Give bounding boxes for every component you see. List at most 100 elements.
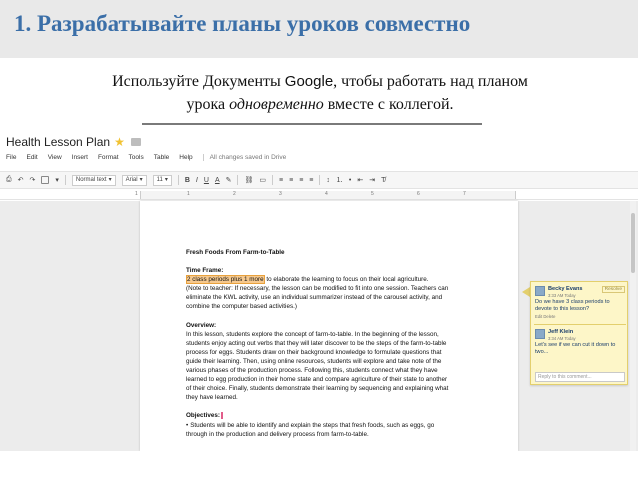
print-icon[interactable]: ⎙ [6,176,12,184]
menu-tools[interactable]: Tools [129,154,144,161]
subtitle-text: урока [186,96,230,113]
menu-edit[interactable]: Edit [26,154,37,161]
toolbar-separator [319,175,321,185]
bold-button[interactable]: B [185,177,190,184]
subtitle-google: Google [284,73,334,90]
menu-insert[interactable]: Insert [72,154,88,161]
toolbar-separator [272,175,273,185]
overview-line: students enjoy acting out verbs that the… [186,339,447,347]
overview-line: process for eggs. Students draw on their… [186,348,442,356]
bulleted-list-icon[interactable]: • [349,177,351,184]
zoom-icon[interactable]: ▾ [55,176,59,184]
line-spacing-icon[interactable]: ↕ [326,177,330,184]
time-frame-line: 2 class periods plus 1 more to elaborate… [186,275,486,285]
overview-line: they have learned. [186,394,238,402]
reply-input[interactable]: Reply to this comment... [535,372,625,382]
numbered-list-icon[interactable]: ⒈ [336,175,343,185]
save-status: All changes saved in Drive [202,154,286,161]
menu-table[interactable]: Table [154,154,170,161]
style-select[interactable]: Normal text ▾ [71,174,116,186]
comment-text: Do we have 3 class periods to devote to … [535,299,610,312]
menu-view[interactable]: View [48,154,62,161]
align-right-icon[interactable]: ≡ [299,177,303,184]
slide-header: 1. Разрабатывайте планы уроков совместно [0,0,638,58]
font-select[interactable]: Arial ▾ [121,174,147,186]
toolbar-separator [64,175,66,185]
toolbar-separator [177,175,179,185]
comment-thread[interactable]: Becky Evans Resolve 3:33 AM Today Do we … [530,281,628,385]
time-frame-note: eliminate the KWL activity, use an indiv… [186,294,443,302]
comment-text: Let's see if we can cut it down to two..… [535,342,616,355]
font-select-value: Arial [125,176,138,183]
document-page[interactable]: Fresh Foods From Farm-to-Table Time Fram… [140,201,518,451]
comment-entry: Jeff Klein 3:34 AM Today Let's see if we… [535,329,625,367]
highlight-icon[interactable]: ✎ [226,176,232,184]
menu-help[interactable]: Help [179,154,192,161]
decrease-indent-icon[interactable]: ⇤ [357,176,363,184]
bullet: • [186,421,189,429]
document-body[interactable]: Fresh Foods From Farm-to-Table Time Fram… [186,248,486,439]
ruler-number: 3 [279,191,282,197]
link-icon[interactable]: ⛓ [244,176,253,184]
ruler-number: 4 [325,191,328,197]
subtitle-text: вместе с коллегой. [323,96,454,113]
redo-icon[interactable]: ↷ [29,176,35,184]
subtitle-text: , чтобы работать над планом [333,73,528,90]
time-frame-note: combine the computer based activities.) [186,303,297,311]
toolbar: ⎙ ↶ ↷ ▾ Normal text ▾ Arial ▾ 11 ▾ B I U A … [0,171,638,189]
underline-button[interactable]: U [204,177,209,184]
comment-time: 3:34 AM Today [548,336,576,341]
paint-format-icon[interactable] [41,176,50,184]
menu-format[interactable]: Format [98,154,119,161]
ruler-number: 7 [463,191,466,197]
slide-title: 1. Разрабатывайте планы уроков совместно [14,11,471,36]
subtitle-emphasis: одновременно [229,96,324,113]
clear-formatting-icon[interactable]: T̸ [381,177,385,184]
comment-icon[interactable]: ▭ [259,176,266,184]
overview-label: Overview: [186,321,217,329]
doc-heading: Fresh Foods From Farm-to-Table [186,249,285,256]
ruler-number: 6 [417,191,420,197]
overview-line: guide their learning. Then, using online… [186,357,442,365]
time-frame-text: to elaborate the learning to focus on th… [264,276,429,284]
ruler-number: 1 [135,191,138,197]
comment-author: Jeff Klein [548,329,574,335]
align-left-icon[interactable]: ≡ [279,177,283,184]
chevron-down-icon: ▾ [164,176,168,183]
italic-button[interactable]: I [196,177,198,184]
objectives-heading-row: Objectives: [186,411,486,420]
star-icon[interactable]: ★ [114,136,125,148]
ruler: 1 1 2 3 4 5 6 7 [0,190,638,200]
increase-indent-icon[interactable]: ⇥ [369,176,375,184]
justify-icon[interactable]: ≡ [309,177,313,184]
size-select[interactable]: 11 ▾ [152,174,172,186]
comment-edit-delete-links[interactable]: Edit Delete [535,314,555,319]
text-color-button[interactable]: A [215,177,220,184]
style-select-value: Normal text [75,176,107,183]
objective-text: Students will be able to identify and ex… [190,421,435,429]
align-center-icon[interactable]: ≡ [289,177,293,184]
doc-title[interactable]: Health Lesson Plan [6,135,110,149]
resolve-button[interactable]: Resolve [601,286,625,293]
slide-subtitle: Используйте Документы Google, чтобы рабо… [60,70,580,116]
scrollbar[interactable] [630,201,636,451]
objective-line: through in the production and delivery p… [186,430,369,438]
comment-entry: Becky Evans Resolve 3:33 AM Today Do we … [535,286,625,326]
undo-icon[interactable]: ↶ [18,176,24,184]
highlighted-text[interactable]: 2 class periods plus 1 more [186,275,265,285]
ruler-number: 5 [371,191,374,197]
chevron-down-icon: ▾ [139,176,143,183]
time-frame-note: (Note to teacher: If necessary, the less… [186,285,449,293]
folder-icon[interactable] [130,138,141,146]
ruler-track[interactable]: 1 1 2 3 4 5 6 7 [135,191,516,199]
objectives-label: Objectives: [186,412,220,420]
overview-line: of their choice. Finally, students demon… [186,385,449,393]
doc-title-row: Health Lesson Plan ★ [6,135,141,149]
menu-file[interactable]: File [6,154,16,161]
scrollbar-thumb[interactable] [631,213,635,273]
objective-line: • Students will be able to identify and e… [186,421,486,430]
comment-divider [534,324,626,325]
time-frame-label: Time Frame: [186,267,224,275]
menu-bar: File Edit View Insert Format Tools Table… [6,154,286,161]
text-cursor [220,412,223,420]
